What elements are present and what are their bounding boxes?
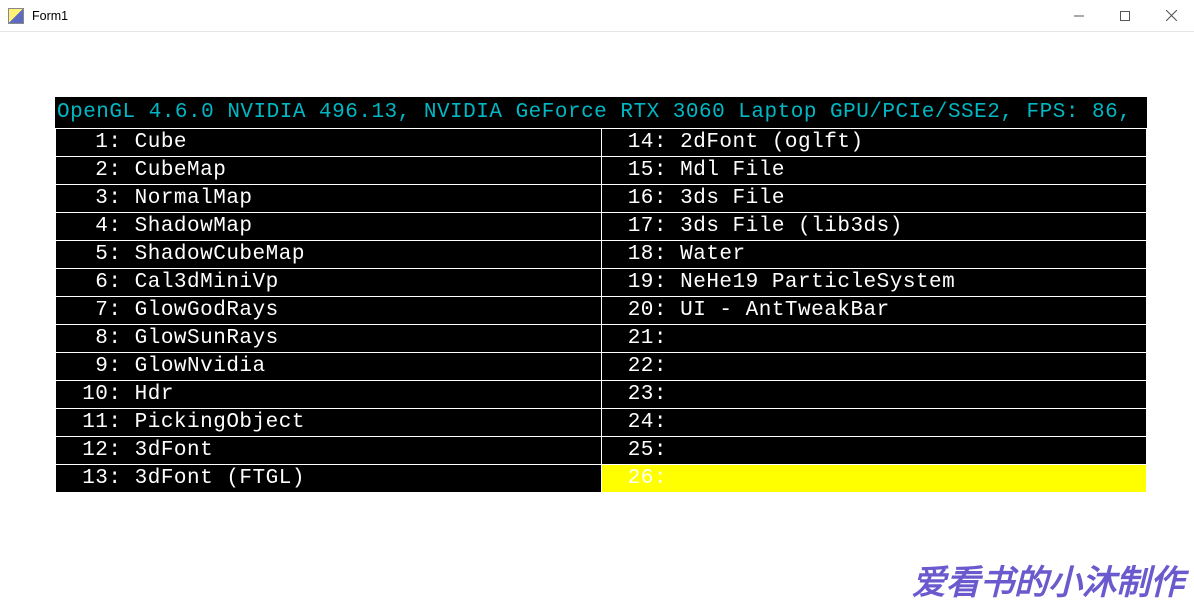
table-row: 3: NormalMap 16: 3ds File [56, 185, 1147, 213]
table-row: 6: Cal3dMiniVp 19: NeHe19 ParticleSystem [56, 269, 1147, 297]
demo-cell[interactable]: 22: [601, 353, 1147, 381]
demo-cell[interactable]: 19: NeHe19 ParticleSystem [601, 269, 1147, 297]
table-row: 10: Hdr 23: [56, 381, 1147, 409]
table-row: 13: 3dFont (FTGL) 26: [56, 465, 1147, 493]
table-row: 2: CubeMap 15: Mdl File [56, 157, 1147, 185]
gpu-info-line: OpenGL 4.6.0 NVIDIA 496.13, NVIDIA GeFor… [55, 97, 1147, 128]
demo-cell[interactable]: 23: [601, 381, 1147, 409]
demo-cell[interactable]: 1: Cube [56, 129, 602, 157]
minimize-button[interactable] [1056, 0, 1102, 32]
demo-cell[interactable]: 24: [601, 409, 1147, 437]
table-row: 7: GlowGodRays 20: UI - AntTweakBar [56, 297, 1147, 325]
demo-cell[interactable]: 4: ShadowMap [56, 213, 602, 241]
demo-cell[interactable]: 10: Hdr [56, 381, 602, 409]
table-row: 4: ShadowMap 17: 3ds File (lib3ds) [56, 213, 1147, 241]
table-row: 5: ShadowCubeMap 18: Water [56, 241, 1147, 269]
demo-cell[interactable]: 25: [601, 437, 1147, 465]
demo-cell[interactable]: 12: 3dFont [56, 437, 602, 465]
demo-cell[interactable]: 17: 3ds File (lib3ds) [601, 213, 1147, 241]
console-panel: OpenGL 4.6.0 NVIDIA 496.13, NVIDIA GeFor… [55, 97, 1147, 493]
table-row: 1: Cube 14: 2dFont (oglft) [56, 129, 1147, 157]
titlebar: Form1 [0, 0, 1194, 32]
demo-cell[interactable]: 13: 3dFont (FTGL) [56, 465, 602, 493]
demo-cell[interactable]: 21: [601, 325, 1147, 353]
demo-cell[interactable]: 2: CubeMap [56, 157, 602, 185]
window-title: Form1 [32, 9, 68, 23]
demo-cell[interactable]: 26: [601, 465, 1147, 493]
table-row: 9: GlowNvidia 22: [56, 353, 1147, 381]
demo-cell[interactable]: 16: 3ds File [601, 185, 1147, 213]
demo-cell[interactable]: 20: UI - AntTweakBar [601, 297, 1147, 325]
demo-cell[interactable]: 9: GlowNvidia [56, 353, 602, 381]
demo-cell[interactable]: 5: ShadowCubeMap [56, 241, 602, 269]
demo-cell[interactable]: 11: PickingObject [56, 409, 602, 437]
demo-table: 1: Cube 14: 2dFont (oglft) 2: CubeMap 15… [55, 128, 1147, 493]
table-row: 8: GlowSunRays 21: [56, 325, 1147, 353]
demo-cell[interactable]: 14: 2dFont (oglft) [601, 129, 1147, 157]
watermark-text: 爱看书的小沐制作 [912, 555, 1184, 604]
app-icon [8, 8, 24, 24]
client-area: OpenGL 4.6.0 NVIDIA 496.13, NVIDIA GeFor… [0, 32, 1194, 609]
demo-cell[interactable]: 18: Water [601, 241, 1147, 269]
maximize-button[interactable] [1102, 0, 1148, 32]
demo-cell[interactable]: 3: NormalMap [56, 185, 602, 213]
demo-cell[interactable]: 8: GlowSunRays [56, 325, 602, 353]
close-button[interactable] [1148, 0, 1194, 32]
table-row: 12: 3dFont 25: [56, 437, 1147, 465]
demo-cell[interactable]: 6: Cal3dMiniVp [56, 269, 602, 297]
table-row: 11: PickingObject 24: [56, 409, 1147, 437]
demo-cell[interactable]: 7: GlowGodRays [56, 297, 602, 325]
demo-cell[interactable]: 15: Mdl File [601, 157, 1147, 185]
